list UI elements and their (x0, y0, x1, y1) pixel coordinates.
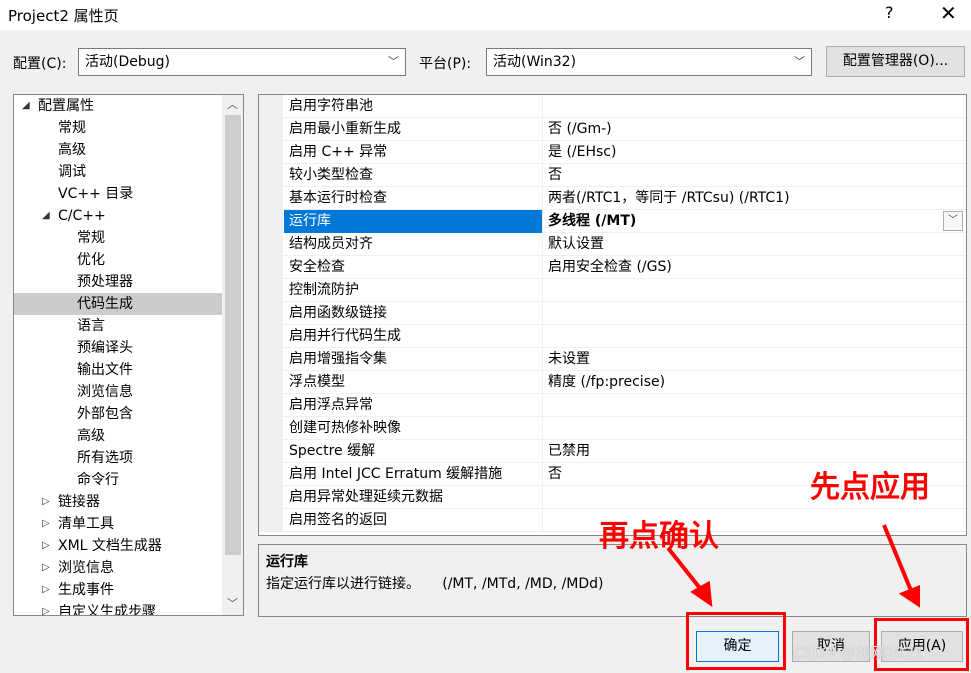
annotation-arrows (666, 524, 920, 608)
arrow-head-apply (898, 585, 920, 608)
arrow-to-apply (882, 524, 914, 594)
arrow-to-ok (666, 546, 705, 594)
watermark-text: CSDN @胡刚2021 (793, 644, 924, 662)
